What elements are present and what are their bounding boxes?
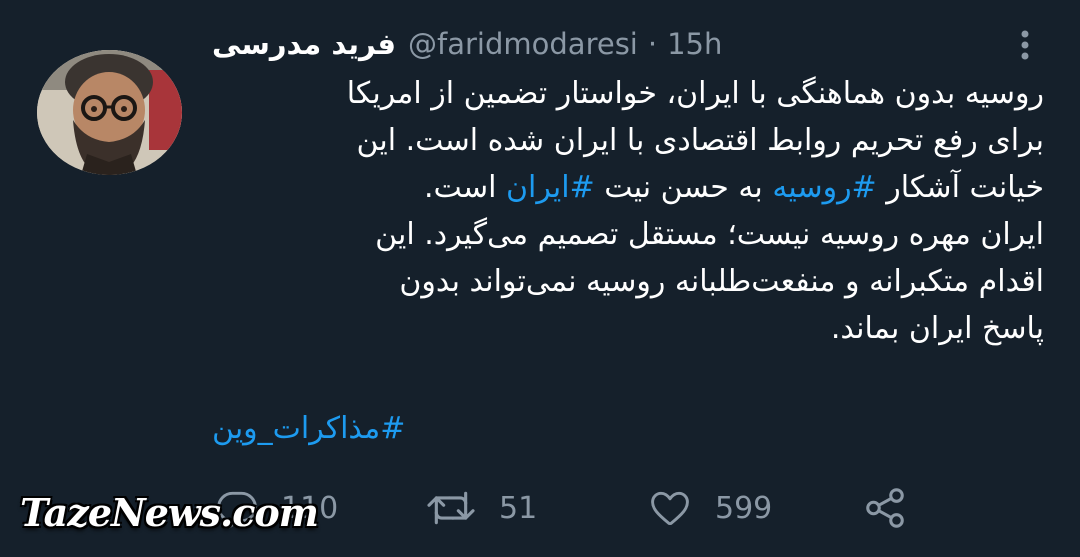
like-icon	[651, 491, 689, 526]
author-handle[interactable]: @faridmodaresi	[408, 27, 638, 61]
hashtag-link[interactable]: #مذاکرات_وین	[212, 411, 405, 446]
more-vertical-icon	[1021, 30, 1029, 60]
retweet-icon	[427, 491, 475, 525]
retweet-count: 51	[499, 490, 538, 526]
tweet-line: خیانت آشکار #روسیه به حسن نیت #ایران است…	[204, 164, 1044, 211]
more-options-button[interactable]	[1010, 22, 1040, 66]
author-avatar[interactable]	[37, 50, 182, 175]
line-text: به حسن نیت	[594, 170, 773, 205]
hashtag-link[interactable]: #ایران	[506, 170, 595, 205]
line-text: خیانت آشکار	[876, 170, 1044, 205]
share-icon	[866, 488, 904, 528]
hashtag-link[interactable]: #روسیه	[772, 170, 876, 205]
author-name[interactable]: فرید مدرسی	[212, 27, 396, 61]
tweet-line: پاسخ ایران بماند.	[830, 311, 1044, 346]
line-text: است.	[423, 170, 506, 205]
retweet-button[interactable]: 51	[425, 480, 537, 536]
tweet-line: اقدام متکبرانه و منفعت‌طلبانه روسیه نمی‌…	[399, 264, 1044, 299]
tweet-line: برای رفع تحریم روابط اقتصادی با ایران شد…	[356, 123, 1044, 158]
like-button[interactable]: 599	[647, 480, 772, 536]
hashtag-line: #مذاکرات_وین	[212, 404, 405, 454]
tweet-line: ایران مهره روسیه نیست؛ مستقل تصمیم می‌گی…	[375, 217, 1044, 252]
header-separator: ·	[647, 27, 658, 61]
tweet-text: روسیه بدون هماهنگی با ایران، خواستار تضم…	[204, 70, 1044, 352]
share-button[interactable]	[862, 480, 908, 536]
like-count: 599	[715, 490, 773, 526]
tweet-line: روسیه بدون هماهنگی با ایران، خواستار تضم…	[346, 76, 1044, 111]
avatar-portrait	[37, 50, 182, 175]
tweet-time[interactable]: 15h	[667, 27, 722, 61]
watermark: TazeNews.com	[20, 490, 319, 535]
tweet-header: فرید مدرسی @faridmodaresi · 15h	[212, 22, 722, 66]
